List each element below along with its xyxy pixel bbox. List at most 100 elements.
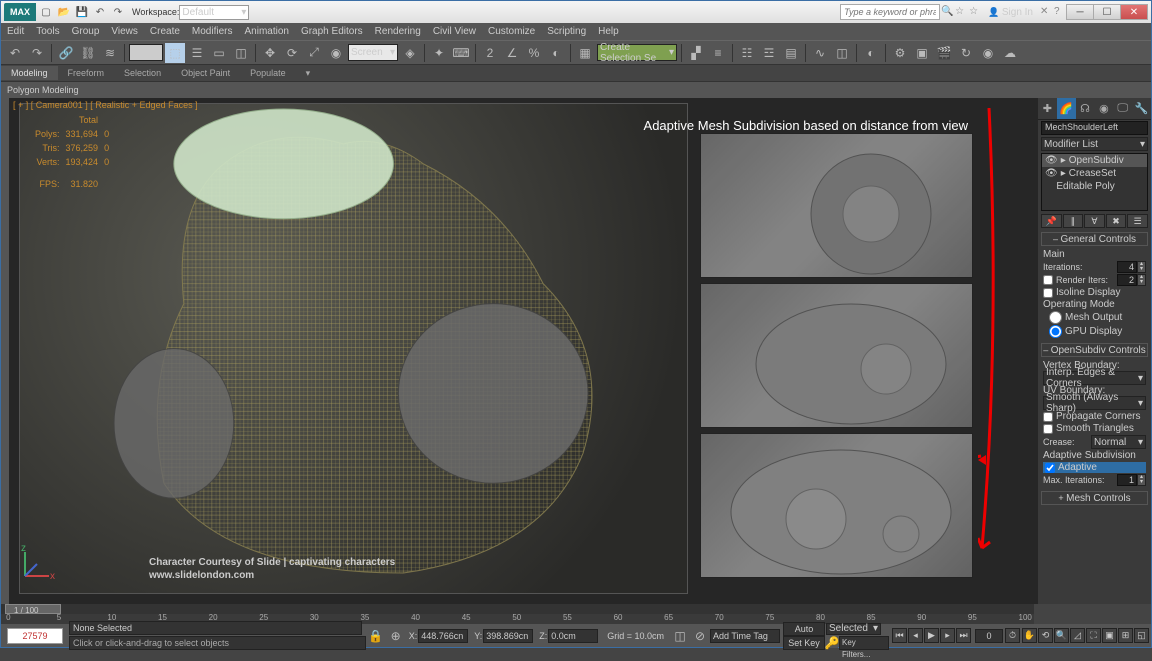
link-icon[interactable]: 🔗 [56, 43, 76, 63]
ribbon-tab-objectpaint[interactable]: Object Paint [171, 66, 240, 80]
snap-2d-icon[interactable]: 2 [480, 43, 500, 63]
viewport-label[interactable]: [ + ] [ Camera001 ] [ Realistic + Edged … [13, 100, 198, 110]
iterations-spinner[interactable]: 4▴▾ [1117, 261, 1146, 273]
bind-spacewarp-icon[interactable]: ≋ [100, 43, 120, 63]
key-icon[interactable]: 🔑 [826, 637, 838, 648]
help-icon[interactable]: ? [1054, 6, 1066, 18]
select-region-icon[interactable]: ▭ [209, 43, 229, 63]
max-viewport-icon[interactable]: ▣ [1102, 628, 1117, 643]
stack-editable-poly[interactable]: Editable Poly [1042, 180, 1147, 193]
object-name-field[interactable]: MechShoulderLeft [1041, 121, 1148, 135]
signin-button[interactable]: 👤 Sign In [988, 7, 1033, 18]
pan-icon[interactable]: ✋ [1022, 628, 1037, 643]
pivot-center-icon[interactable]: ◈ [400, 43, 420, 63]
undo-icon[interactable]: ↶ [5, 43, 25, 63]
scene-explorer-collapsed[interactable] [1, 98, 9, 604]
uv-boundary-select[interactable]: Smooth (Always Sharp)▾ [1043, 396, 1146, 410]
max-iterations-spinner[interactable]: 1▴▾ [1117, 474, 1146, 486]
menu-views[interactable]: Views [111, 26, 138, 37]
star-icon[interactable]: ☆ [969, 6, 981, 18]
material-editor-icon[interactable]: ◐ [861, 43, 881, 63]
x-coord[interactable]: 448.766cn [418, 629, 468, 643]
gpu-display-radio[interactable] [1049, 325, 1062, 338]
curve-editor-icon[interactable]: ∿ [810, 43, 830, 63]
menu-help[interactable]: Help [598, 26, 619, 37]
window-maximize[interactable]: ☐ [1093, 4, 1121, 20]
ribbon-expand-icon[interactable]: ▾ [296, 66, 321, 81]
qat-save-icon[interactable]: 💾 [74, 4, 90, 20]
zoom-icon[interactable]: 🔍 [1054, 628, 1069, 643]
tab-modify-icon[interactable]: 🌈 [1057, 98, 1076, 119]
menu-civilview[interactable]: Civil View [433, 26, 476, 37]
select-by-name-icon[interactable]: ☰ [187, 43, 207, 63]
render-iterative-icon[interactable]: ↻ [956, 43, 976, 63]
snap-percent-icon[interactable]: % [524, 43, 544, 63]
redo-icon[interactable]: ↷ [27, 43, 47, 63]
fov-icon[interactable]: ◿ [1070, 628, 1085, 643]
adaptive-check[interactable] [1045, 463, 1055, 473]
absolute-mode-icon[interactable]: ⊕ [386, 626, 406, 646]
render-frame-icon[interactable]: ▣ [912, 43, 932, 63]
tab-motion-icon[interactable]: ◉ [1094, 98, 1113, 119]
rotate-icon[interactable]: ⟳ [282, 43, 302, 63]
menu-scripting[interactable]: Scripting [547, 26, 586, 37]
mesh-output-radio[interactable] [1049, 311, 1062, 324]
render-iters-spinner[interactable]: 2▴▾ [1117, 274, 1146, 286]
remove-modifier-icon[interactable]: ✖ [1106, 214, 1127, 228]
tab-hierarchy-icon[interactable]: ☊ [1076, 98, 1095, 119]
layer-manager-icon[interactable]: ☲ [759, 43, 779, 63]
crease-select[interactable]: Normal▾ [1091, 435, 1146, 449]
menu-customize[interactable]: Customize [488, 26, 535, 37]
stack-opensubdiv[interactable]: 👁▸ OpenSubdiv [1042, 154, 1147, 167]
align-icon[interactable]: ≡ [708, 43, 728, 63]
schematic-view-icon[interactable]: ◫ [832, 43, 852, 63]
play-icon[interactable]: ▶ [924, 628, 939, 643]
render-cloud-icon[interactable]: ☁ [1000, 43, 1020, 63]
infocenter-search[interactable] [840, 4, 940, 20]
time-slider-thumb[interactable]: 1 / 100 [5, 604, 61, 614]
unlink-icon[interactable]: ⛓ [78, 43, 98, 63]
goto-end-icon[interactable]: ⏭ [956, 628, 971, 643]
named-selection-icon[interactable]: ▦ [575, 43, 595, 63]
select-manipulate-icon[interactable]: ✦ [429, 43, 449, 63]
select-object-icon[interactable]: ⬚ [165, 43, 185, 63]
configure-sets-icon[interactable]: ☰ [1127, 214, 1148, 228]
autokey-button[interactable]: Auto Key [783, 622, 825, 636]
menu-rendering[interactable]: Rendering [375, 26, 421, 37]
named-selection-set[interactable]: Create Selection Se▾ [597, 44, 677, 61]
search-icon[interactable]: 🔍 [941, 6, 953, 18]
scale-icon[interactable]: ⤢ [304, 43, 324, 63]
ribbon-tab-populate[interactable]: Populate [240, 66, 296, 80]
selection-lock-icon[interactable]: 🔒 [366, 626, 386, 646]
window-minimize[interactable]: ─ [1066, 4, 1094, 20]
ribbon-tab-selection[interactable]: Selection [114, 66, 171, 80]
make-unique-icon[interactable]: ∀ [1084, 214, 1105, 228]
add-time-tag[interactable]: Add Time Tag [710, 629, 780, 643]
window-crossing-icon[interactable]: ◫ [231, 43, 251, 63]
menu-create[interactable]: Create [150, 26, 180, 37]
menu-group[interactable]: Group [72, 26, 100, 37]
modifier-stack[interactable]: 👁▸ OpenSubdiv 👁▸ CreaseSet Editable Poly [1041, 153, 1148, 211]
time-config-icon[interactable]: ⏱ [1005, 628, 1020, 643]
time-tag-icon[interactable]: ⊘ [690, 626, 710, 646]
qat-redo-icon[interactable]: ↷ [110, 4, 126, 20]
arc-rotate-icon[interactable]: ⟲ [1038, 628, 1053, 643]
prev-frame-icon[interactable]: ◂ [908, 628, 923, 643]
render-setup-icon[interactable]: ⚙ [890, 43, 910, 63]
menu-tools[interactable]: Tools [36, 26, 59, 37]
layer-explorer-icon[interactable]: ☷ [737, 43, 757, 63]
placement-icon[interactable]: ◉ [326, 43, 346, 63]
tab-display-icon[interactable]: 🖵 [1113, 98, 1132, 119]
zoom-all-icon[interactable]: ⊞ [1118, 628, 1133, 643]
next-frame-icon[interactable]: ▸ [940, 628, 955, 643]
isoline-check[interactable] [1043, 288, 1053, 298]
rollout-general[interactable]: – General Controls [1041, 232, 1148, 246]
tab-create-icon[interactable]: ✚ [1038, 98, 1057, 119]
exchange-icon[interactable]: ✕ [1040, 6, 1052, 18]
window-close[interactable]: ✕ [1120, 4, 1148, 20]
rollout-opensubdiv[interactable]: – OpenSubdiv Controls [1041, 343, 1148, 357]
menu-animation[interactable]: Animation [244, 26, 288, 37]
snap-angle-icon[interactable]: ∠ [502, 43, 522, 63]
show-end-result-icon[interactable]: ∥ [1063, 214, 1084, 228]
menu-edit[interactable]: Edit [7, 26, 24, 37]
